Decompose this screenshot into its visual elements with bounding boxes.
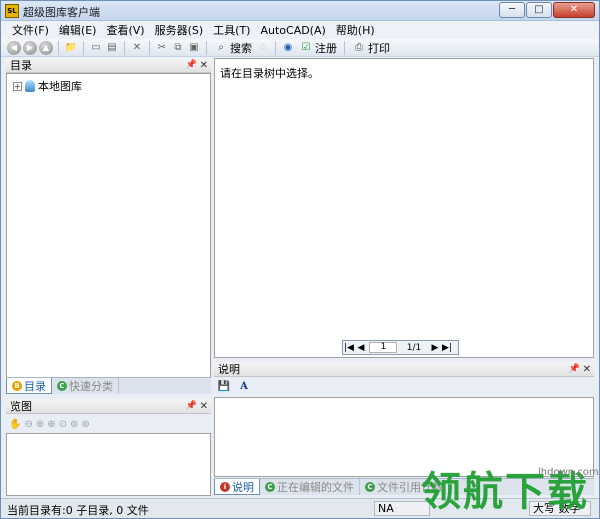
tab-quick-category[interactable]: C 快速分类 xyxy=(52,378,119,394)
maximize-button[interactable]: □ xyxy=(526,2,552,18)
watermark-url: lhdown.com xyxy=(538,467,599,478)
catalog-panel-title: 目录 xyxy=(10,59,32,72)
font-icon[interactable]: A xyxy=(237,380,251,394)
tab-editing-files[interactable]: C 正在编辑的文件 xyxy=(260,479,360,495)
pin-icon[interactable]: 📌 xyxy=(186,399,197,414)
menu-view[interactable]: 查看(V) xyxy=(101,22,149,38)
menu-file[interactable]: 文件(F) xyxy=(7,22,54,38)
open-folder-icon[interactable]: 📁 xyxy=(64,41,78,55)
close-button[interactable]: ✕ xyxy=(553,2,595,18)
expand-icon[interactable]: + xyxy=(13,81,22,91)
window-title: 超级图库客户端 xyxy=(23,6,100,19)
preview-panel-header: 览图 📌 ✕ xyxy=(6,399,211,414)
preview-zoom-tools: ✋ ⊖ ⊕ ⊕ ⊙ ⊚ ⊛ xyxy=(9,419,90,430)
panel-close-icon[interactable]: ✕ xyxy=(200,399,208,414)
register-button[interactable]: ☑ 注册 xyxy=(297,40,339,56)
preview-canvas xyxy=(6,433,211,496)
pager: |◀ ◀ 1 1/1 ▶ ▶| xyxy=(342,340,459,355)
tab-catalog[interactable]: B 目录 xyxy=(6,378,52,394)
save-icon[interactable]: 💾 xyxy=(217,380,231,394)
cut-icon[interactable]: ✂ xyxy=(155,41,169,55)
tab-label: 目录 xyxy=(24,379,46,393)
catalog-tree: + 本地图库 xyxy=(6,73,211,378)
main-content: 请在目录树中选择。 xyxy=(214,58,594,358)
properties-icon[interactable]: ▤ xyxy=(105,41,119,55)
new-doc-icon[interactable]: ▭ xyxy=(89,41,103,55)
minimize-button[interactable]: ─ xyxy=(499,2,525,18)
catalog-tabs: B 目录 C 快速分类 xyxy=(6,377,211,394)
title-bar: SL 超级图库客户端 ─ □ ✕ xyxy=(1,1,599,21)
prev-page-icon[interactable]: ◀ xyxy=(355,343,367,353)
first-page-icon[interactable]: |◀ xyxy=(343,343,355,353)
menu-autocad[interactable]: AutoCAD(A) xyxy=(255,24,330,37)
panel-close-icon[interactable]: ✕ xyxy=(583,362,591,377)
library-icon xyxy=(25,80,35,92)
status-text: 当前目录有:0 子目录, 0 文件 xyxy=(7,504,149,517)
paste-icon[interactable]: ▣ xyxy=(187,41,201,55)
help-icon[interactable]: ◉ xyxy=(281,41,295,55)
delete-icon[interactable]: ✕ xyxy=(130,41,144,55)
file-tab-icon: C xyxy=(265,482,275,492)
menu-server[interactable]: 服务器(S) xyxy=(150,22,209,38)
zoom-realtime-icon[interactable]: ⊛ xyxy=(81,419,89,430)
up-icon[interactable]: ▲ xyxy=(39,40,53,55)
search-label: 搜索 xyxy=(230,41,252,55)
app-window: SL 超级图库客户端 ─ □ ✕ 文件(F) 编辑(E) 查看(V) 服务器(S… xyxy=(0,0,600,519)
tree-item-label: 本地图库 xyxy=(38,80,82,93)
zoom-extents-icon[interactable]: ⊚ xyxy=(70,419,78,430)
back-icon[interactable]: ◀ xyxy=(7,40,21,55)
last-page-icon[interactable]: ▶| xyxy=(441,343,453,353)
printer-icon: ⎙ xyxy=(355,41,363,53)
tab-label: 快速分类 xyxy=(69,380,113,393)
hint-text: 请在目录树中选择。 xyxy=(220,67,319,80)
zoom-out-icon[interactable]: ⊖ xyxy=(24,419,32,430)
description-panel-header: 说明 📌 ✕ xyxy=(214,362,594,377)
zoom-all-icon[interactable]: ⊙ xyxy=(59,419,67,430)
page-count: 1/1 xyxy=(406,342,422,353)
pin-icon[interactable]: 📌 xyxy=(186,58,197,73)
description-toolbar: 💾 A xyxy=(217,380,251,394)
info-icon: i xyxy=(220,481,230,492)
forward-icon[interactable]: ▶ xyxy=(23,40,37,55)
print-button[interactable]: ⎙ 打印 xyxy=(350,40,392,56)
print-label: 打印 xyxy=(368,41,390,55)
next-page-icon[interactable]: ▶ xyxy=(429,343,441,353)
register-label: 注册 xyxy=(315,41,337,55)
favorite-icon[interactable]: ☆ xyxy=(256,41,270,55)
tab-label: 正在编辑的文件 xyxy=(277,481,354,494)
checkbox-icon: ☑ xyxy=(301,41,311,53)
zoom-in-icon[interactable]: ⊕ xyxy=(47,419,55,430)
tree-item-local-library[interactable]: + 本地图库 xyxy=(13,78,82,94)
preview-panel-title: 览图 xyxy=(10,400,32,413)
toolbar: ◀ ▶ ▲ 📁 ▭ ▤ ✕ ✂ ⧉ ▣ ⌕ 搜索 ☆ ◉ ☑ 注册 ⎙ 打印 xyxy=(1,39,599,57)
category-tab-icon: C xyxy=(57,381,67,391)
zoom-window-icon[interactable]: ⊕ xyxy=(36,419,44,430)
app-logo-icon: SL xyxy=(5,4,19,18)
menu-bar: 文件(F) 编辑(E) 查看(V) 服务器(S) 工具(T) AutoCAD(A… xyxy=(1,21,599,39)
catalog-panel-header: 目录 📌 ✕ xyxy=(6,58,211,73)
panel-close-icon[interactable]: ✕ xyxy=(200,58,208,73)
tab-label: 说明 xyxy=(232,480,254,494)
pan-icon[interactable]: ✋ xyxy=(9,419,21,430)
count-tab-icon: C xyxy=(365,482,375,492)
catalog-tab-icon: B xyxy=(12,380,22,391)
menu-help[interactable]: 帮助(H) xyxy=(331,22,380,38)
page-input[interactable]: 1 xyxy=(369,342,397,353)
description-panel-title: 说明 xyxy=(218,363,240,376)
menu-tools[interactable]: 工具(T) xyxy=(208,22,255,38)
search-icon: ⌕ xyxy=(218,41,224,53)
copy-icon[interactable]: ⧉ xyxy=(171,41,185,55)
search-button[interactable]: ⌕ 搜索 xyxy=(212,40,254,56)
tab-description[interactable]: i 说明 xyxy=(214,479,260,495)
menu-edit[interactable]: 编辑(E) xyxy=(54,22,102,38)
pin-icon[interactable]: 📌 xyxy=(569,362,580,377)
